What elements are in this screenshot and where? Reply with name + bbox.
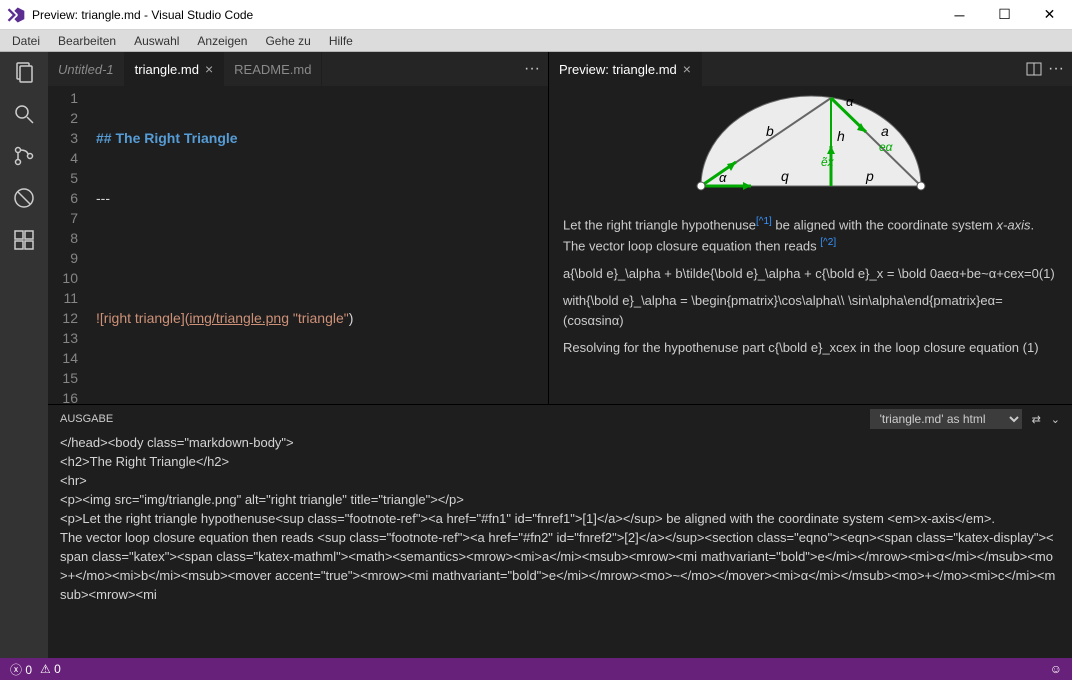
tab-readme[interactable]: README.md bbox=[224, 52, 322, 86]
activitybar bbox=[0, 52, 48, 658]
minimize-button[interactable]: ─ bbox=[937, 0, 982, 30]
toggle-panel-icon[interactable]: ⌄ bbox=[1051, 413, 1060, 426]
maximize-button[interactable]: ☐ bbox=[982, 0, 1027, 30]
source-control-icon[interactable] bbox=[12, 144, 36, 168]
status-feedback-icon[interactable]: ☺ bbox=[1050, 662, 1062, 676]
editor-tabs-left: Untitled-1 triangle.md× README.md ··· bbox=[48, 52, 548, 86]
window-title: Preview: triangle.md - Visual Studio Cod… bbox=[32, 8, 937, 22]
line-numbers: 12345678910111213141516 bbox=[48, 88, 96, 404]
svg-text:b: b bbox=[766, 123, 774, 139]
menubar: Datei Bearbeiten Auswahl Anzeigen Gehe z… bbox=[0, 30, 1072, 52]
output-content[interactable]: </head><body class="markdown-body"> <h2>… bbox=[48, 433, 1072, 658]
panel-title[interactable]: AUSGABE bbox=[60, 413, 113, 425]
svg-text:p: p bbox=[865, 168, 874, 184]
menu-selection[interactable]: Auswahl bbox=[126, 32, 187, 50]
svg-text:a: a bbox=[881, 123, 889, 139]
svg-text:eα: eα bbox=[879, 140, 894, 154]
triangle-diagram: b a h q p α α ẽx eα bbox=[681, 86, 941, 206]
clear-output-icon[interactable]: ⇄ bbox=[1032, 413, 1041, 426]
search-icon[interactable] bbox=[12, 102, 36, 126]
debug-icon[interactable] bbox=[12, 186, 36, 210]
statusbar: ⓧ 0 ⚠ 0 ☺ bbox=[0, 658, 1072, 680]
menu-edit[interactable]: Bearbeiten bbox=[50, 32, 124, 50]
explorer-icon[interactable] bbox=[12, 60, 36, 84]
menu-view[interactable]: Anzeigen bbox=[189, 32, 255, 50]
menu-file[interactable]: Datei bbox=[4, 32, 48, 50]
close-icon[interactable]: × bbox=[683, 61, 691, 77]
tab-preview[interactable]: Preview: triangle.md× bbox=[549, 52, 702, 86]
split-editor-icon[interactable] bbox=[1026, 61, 1042, 77]
code-lines[interactable]: ## The Right Triangle --- ![right triang… bbox=[96, 88, 548, 404]
svg-text:α: α bbox=[719, 170, 727, 185]
footnote-1[interactable]: [^1] bbox=[756, 216, 772, 227]
editor-tabs-right: Preview: triangle.md× ··· bbox=[549, 52, 1072, 86]
status-errors[interactable]: ⓧ 0 bbox=[10, 661, 32, 678]
extensions-icon[interactable] bbox=[12, 228, 36, 252]
menu-help[interactable]: Hilfe bbox=[321, 32, 361, 50]
more-icon[interactable]: ··· bbox=[524, 60, 540, 78]
svg-text:ẽx: ẽx bbox=[821, 155, 835, 169]
svg-text:α: α bbox=[846, 94, 854, 109]
footnote-2[interactable]: [^2] bbox=[820, 237, 836, 248]
tab-triangle[interactable]: triangle.md× bbox=[125, 52, 225, 86]
output-channel-select[interactable]: 'triangle.md' as html bbox=[870, 409, 1022, 429]
menu-goto[interactable]: Gehe zu bbox=[257, 32, 318, 50]
close-icon[interactable]: × bbox=[205, 61, 213, 77]
titlebar: Preview: triangle.md - Visual Studio Cod… bbox=[0, 0, 1072, 30]
close-button[interactable]: ✕ bbox=[1027, 0, 1072, 30]
status-warnings[interactable]: ⚠ 0 bbox=[40, 662, 61, 676]
more-icon[interactable]: ··· bbox=[1048, 60, 1064, 78]
svg-text:q: q bbox=[781, 168, 789, 184]
output-panel: AUSGABE 'triangle.md' as html ⇄ ⌄ </head… bbox=[48, 404, 1072, 658]
tab-untitled[interactable]: Untitled-1 bbox=[48, 52, 125, 86]
vs-logo-icon bbox=[6, 5, 26, 25]
svg-text:h: h bbox=[837, 128, 845, 144]
markdown-preview[interactable]: b a h q p α α ẽx eα Let the right triang… bbox=[549, 86, 1072, 404]
code-editor[interactable]: 12345678910111213141516 ## The Right Tri… bbox=[48, 86, 548, 404]
